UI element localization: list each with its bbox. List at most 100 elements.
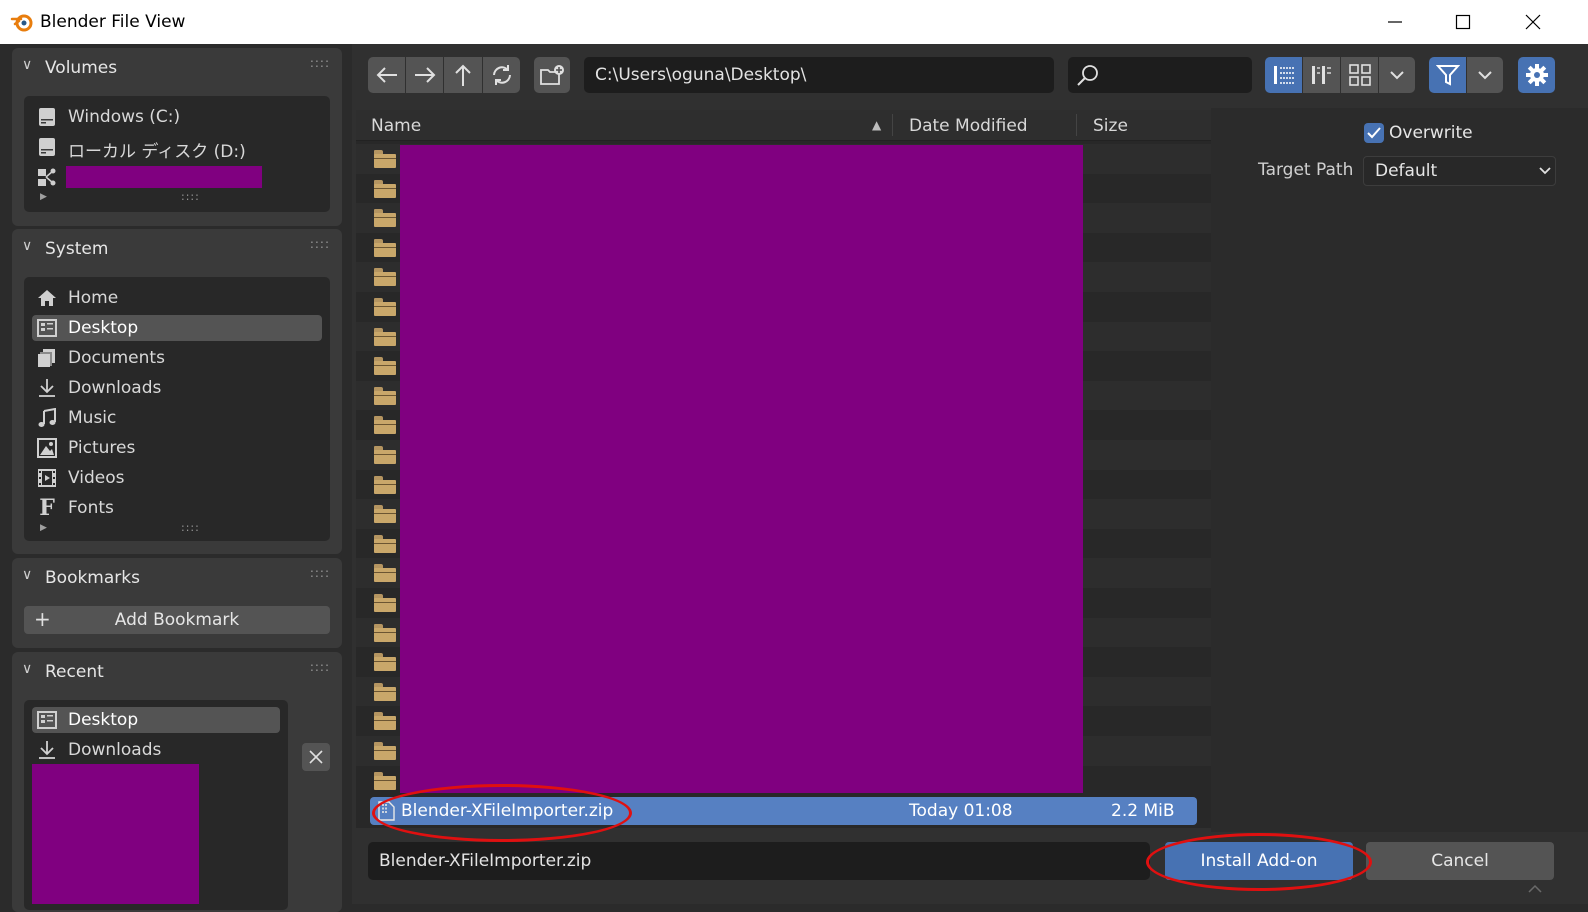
system-panel-title: System [45, 239, 109, 259]
maximize-button[interactable] [1428, 0, 1498, 44]
display-thumbnails-button[interactable] [1341, 57, 1378, 93]
drag-grip-icon[interactable]: :::: [310, 660, 330, 674]
drag-grip-icon[interactable]: :::: [310, 56, 330, 70]
recent-item-downloads[interactable]: Downloads [32, 737, 280, 763]
cancel-label: Cancel [1431, 851, 1489, 871]
chevron-up-icon[interactable] [1528, 884, 1542, 893]
folder-icon [374, 298, 396, 316]
folder-icon [374, 475, 396, 494]
search-input[interactable] [1068, 57, 1252, 93]
filename-value: Blender-XFileImporter.zip [379, 851, 592, 871]
volumes-list: Windows (C:) ローカル ディスク (D:) ▶ :::: [24, 96, 330, 212]
filter-options-dropdown[interactable] [1467, 57, 1503, 93]
volume-item-d[interactable]: ローカル ディスク (D:) [32, 134, 322, 162]
pictures-icon [36, 437, 58, 459]
redacted-region [32, 764, 199, 904]
add-bookmark-label: Add Bookmark [114, 610, 240, 630]
maximize-icon [1455, 14, 1471, 30]
cancel-button[interactable]: Cancel [1366, 842, 1554, 880]
thumbnails-icon [1348, 64, 1371, 86]
overwrite-checkbox[interactable] [1364, 123, 1384, 143]
filter-toggle-button[interactable] [1429, 57, 1466, 93]
window-title: Blender File View [40, 12, 186, 32]
chevron-down-icon [1390, 71, 1404, 80]
blender-logo-icon [10, 14, 33, 32]
minimize-icon [1388, 21, 1402, 23]
bookmarks-panel: ∨ Bookmarks :::: + Add Bookmark [12, 558, 342, 648]
sidebar-item-music[interactable]: Music [32, 405, 322, 431]
folder-icon [374, 771, 396, 790]
drive-icon [36, 106, 58, 128]
folder-icon [374, 534, 396, 553]
annotation-circle-file [372, 784, 632, 842]
sidebar-item-pictures[interactable]: Pictures [32, 435, 322, 461]
new-folder-button[interactable] [534, 57, 570, 93]
network-icon [36, 166, 58, 188]
volume-item-c[interactable]: Windows (C:) [32, 104, 322, 130]
sidebar-item-home[interactable]: Home [32, 285, 322, 311]
resize-grip-icon[interactable]: :::: [181, 521, 200, 534]
sidebar-item-label: Home [68, 288, 119, 308]
display-horizontal-list-button[interactable] [1303, 57, 1340, 93]
display-vertical-list-button[interactable] [1265, 57, 1302, 93]
toolbar: C:\Users\oguna\Desktop\ [352, 44, 1588, 106]
drag-grip-icon[interactable]: :::: [310, 237, 330, 251]
clear-recent-button[interactable] [302, 743, 330, 771]
bookmarks-panel-header[interactable]: ∨ Bookmarks :::: [12, 558, 342, 598]
refresh-button[interactable] [483, 57, 520, 93]
chevron-down-icon [1478, 71, 1492, 80]
chevron-down-icon [1539, 167, 1551, 175]
sidebar-item-fonts[interactable]: F Fonts [32, 495, 322, 521]
folder-icon [374, 327, 396, 346]
expand-arrow-icon[interactable]: ▶ [40, 192, 47, 202]
parent-directory-button[interactable] [444, 57, 482, 93]
annotation-circle-install [1146, 833, 1372, 891]
system-panel-header[interactable]: ∨ System :::: [12, 229, 342, 269]
path-field[interactable]: C:\Users\oguna\Desktop\ [584, 57, 1054, 93]
vertical-list-icon [1273, 66, 1294, 84]
download-icon [36, 739, 58, 761]
recent-item-desktop[interactable]: Desktop [32, 707, 280, 733]
folder-icon [374, 623, 396, 642]
home-icon [36, 287, 58, 309]
recent-panel-title: Recent [45, 662, 104, 682]
forward-button[interactable] [406, 57, 443, 93]
target-path-value: Default [1375, 161, 1438, 181]
recent-panel-header[interactable]: ∨ Recent :::: [12, 652, 342, 692]
target-path-label: Target Path [1258, 160, 1354, 180]
sidebar-item-downloads[interactable]: Downloads [32, 375, 322, 401]
column-size-header[interactable]: Size [1093, 116, 1128, 146]
folder-icon [374, 446, 396, 464]
add-bookmark-button[interactable]: + Add Bookmark [24, 606, 330, 634]
resize-grip-icon[interactable]: :::: [181, 190, 200, 203]
download-icon [36, 377, 58, 399]
overwrite-label[interactable]: Overwrite [1389, 123, 1473, 143]
sidebar-item-label: Videos [68, 468, 125, 488]
chevron-down-icon: ∨ [22, 57, 33, 73]
column-name-header[interactable]: Name [371, 116, 421, 146]
folder-icon [374, 386, 396, 405]
close-button[interactable] [1498, 0, 1568, 44]
column-date-header[interactable]: Date Modified [909, 116, 1028, 146]
bookmarks-panel-title: Bookmarks [45, 568, 140, 588]
folder-icon [374, 209, 396, 228]
system-list: Home Desktop Documents Downloads Music P… [24, 277, 330, 541]
documents-icon [36, 347, 58, 369]
folder-icon [374, 712, 396, 731]
sidebar-item-desktop[interactable]: Desktop [32, 315, 322, 341]
expand-arrow-icon[interactable]: ▶ [40, 523, 47, 533]
arrow-left-icon [376, 67, 397, 83]
sidebar-item-videos[interactable]: Videos [32, 465, 322, 491]
back-button[interactable] [368, 57, 405, 93]
display-options-dropdown[interactable] [1379, 57, 1415, 93]
drag-grip-icon[interactable]: :::: [310, 566, 330, 580]
target-path-select[interactable]: Default [1363, 156, 1556, 186]
folder-icon [374, 564, 396, 583]
arrow-up-icon [455, 64, 471, 86]
sidebar-item-documents[interactable]: Documents [32, 345, 322, 371]
filename-field[interactable]: Blender-XFileImporter.zip [368, 842, 1150, 880]
minimize-button[interactable] [1360, 0, 1430, 44]
volumes-panel-header[interactable]: ∨ Volumes :::: [12, 48, 342, 88]
settings-button[interactable] [1518, 57, 1555, 93]
search-icon [1077, 65, 1098, 86]
